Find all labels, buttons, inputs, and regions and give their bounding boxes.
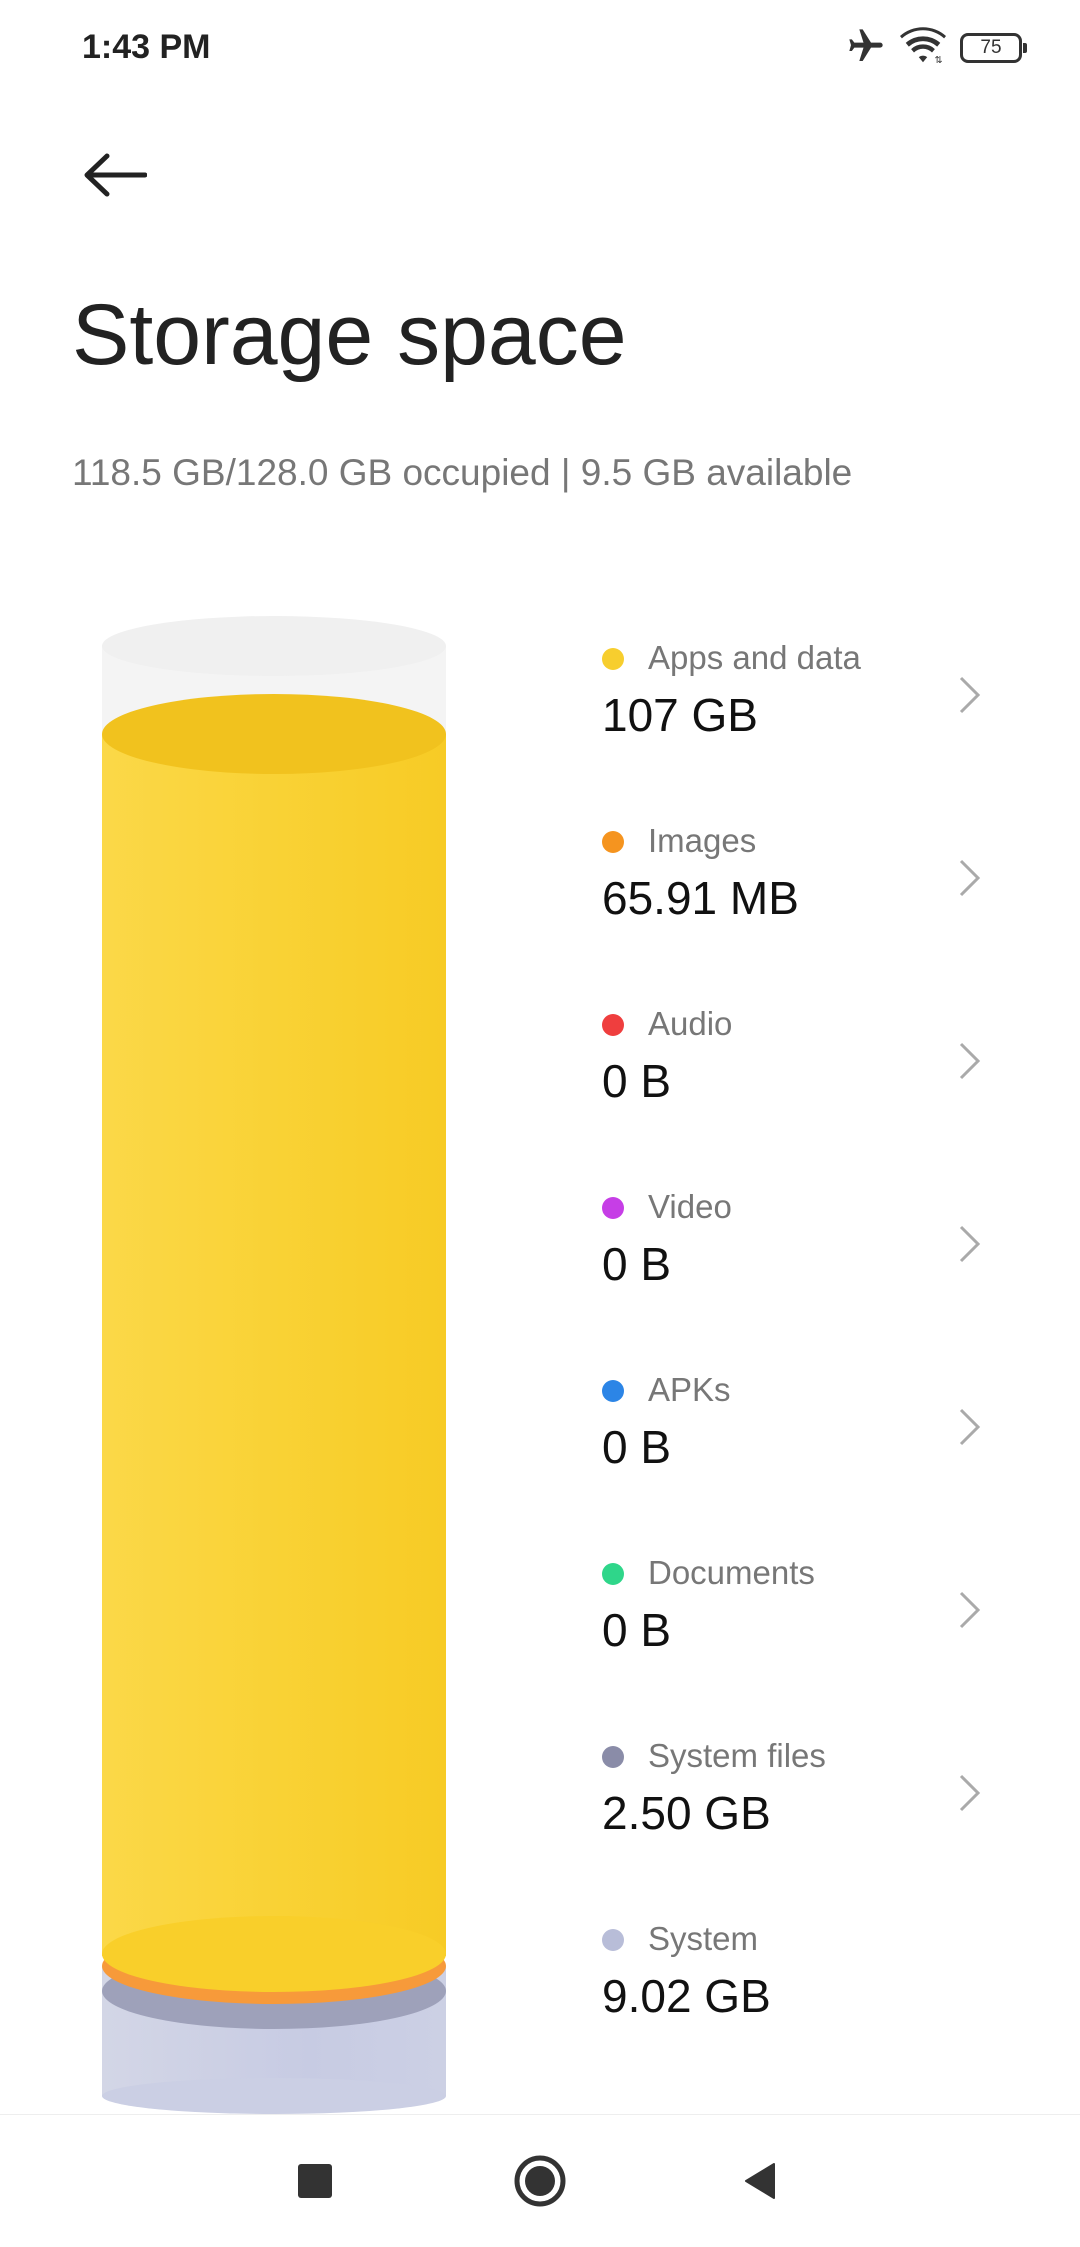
category-audio[interactable]: Audio 0 B <box>600 996 1020 1179</box>
storage-summary: 118.5 GB/128.0 GB occupied | 9.5 GB avai… <box>72 452 853 493</box>
category-value: 107 GB <box>602 689 758 741</box>
status-icons: ⇅ 75 <box>846 26 1027 71</box>
category-value: 0 B <box>602 1604 672 1656</box>
back-triangle-icon <box>745 2163 775 2199</box>
status-bar: 1:43 PM ⇅ 75 <box>0 0 1080 96</box>
chevron-right-icon <box>950 1768 990 1818</box>
chevron-right-icon <box>950 1402 990 1452</box>
category-value: 0 B <box>602 1238 672 1290</box>
airplane-icon <box>846 26 886 71</box>
navigation-bar <box>0 2114 1080 2247</box>
category-value: 0 B <box>602 1421 672 1473</box>
chevron-right-icon <box>950 670 990 720</box>
back-arrow-icon <box>84 153 147 197</box>
category-apps-and-data[interactable]: Apps and data 107 GB <box>600 630 1020 813</box>
category-system-files[interactable]: System files 2.50 GB <box>600 1728 1020 1911</box>
chevron-right-icon <box>950 1585 990 1635</box>
battery-icon: 75 <box>960 33 1027 63</box>
recents-button[interactable] <box>275 2141 355 2221</box>
category-video[interactable]: Video 0 B <box>600 1179 1020 1362</box>
category-value: 65.91 MB <box>602 872 799 924</box>
chevron-right-icon <box>950 1036 990 1086</box>
chevron-right-icon <box>950 853 990 903</box>
category-color-dot <box>602 1197 624 1219</box>
category-documents[interactable]: Documents 0 B <box>600 1545 1020 1728</box>
category-color-dot <box>602 1563 624 1585</box>
cylinder-bottom <box>102 2078 446 2114</box>
status-time: 1:43 PM <box>82 28 211 66</box>
page-title: Storage space <box>72 287 627 383</box>
cylinder-apps-top <box>102 694 446 774</box>
category-label: APKs <box>648 1371 731 1408</box>
category-color-dot <box>602 1014 624 1036</box>
category-label: Documents <box>648 1554 815 1591</box>
category-color-dot <box>602 648 624 670</box>
category-label: Audio <box>648 1005 733 1042</box>
storage-cylinder <box>102 616 446 2121</box>
category-label: Apps and data <box>648 639 861 676</box>
category-system: System 9.02 GB <box>600 1911 1020 2094</box>
cylinder-segment-apps <box>102 734 446 1956</box>
category-color-dot <box>602 831 624 853</box>
nav-back-button[interactable] <box>720 2141 800 2221</box>
category-value: 2.50 GB <box>602 1787 771 1839</box>
category-label: System <box>648 1920 759 1957</box>
category-label: Video <box>648 1188 732 1225</box>
home-circle-icon <box>514 2155 566 2207</box>
chevron-right-icon <box>950 1219 990 1269</box>
category-label: System files <box>648 1737 826 1774</box>
category-list: Apps and data 107 GB Images 65.91 MB Aud… <box>600 630 1020 2094</box>
wifi-icon: ⇅ <box>900 26 946 71</box>
category-color-dot <box>602 1746 624 1768</box>
cylinder-top <box>102 616 446 676</box>
battery-level: 75 <box>980 37 1002 58</box>
home-button[interactable] <box>500 2141 580 2221</box>
category-color-dot <box>602 1380 624 1402</box>
category-label: Images <box>648 822 757 859</box>
category-value: 9.02 GB <box>602 1970 771 2022</box>
svg-text:⇅: ⇅ <box>935 55 943 66</box>
category-value: 0 B <box>602 1055 672 1107</box>
back-button[interactable] <box>70 130 160 220</box>
recents-square-icon <box>298 2164 332 2198</box>
category-color-dot <box>602 1929 624 1951</box>
category-images[interactable]: Images 65.91 MB <box>600 813 1020 996</box>
category-apks[interactable]: APKs 0 B <box>600 1362 1020 1545</box>
